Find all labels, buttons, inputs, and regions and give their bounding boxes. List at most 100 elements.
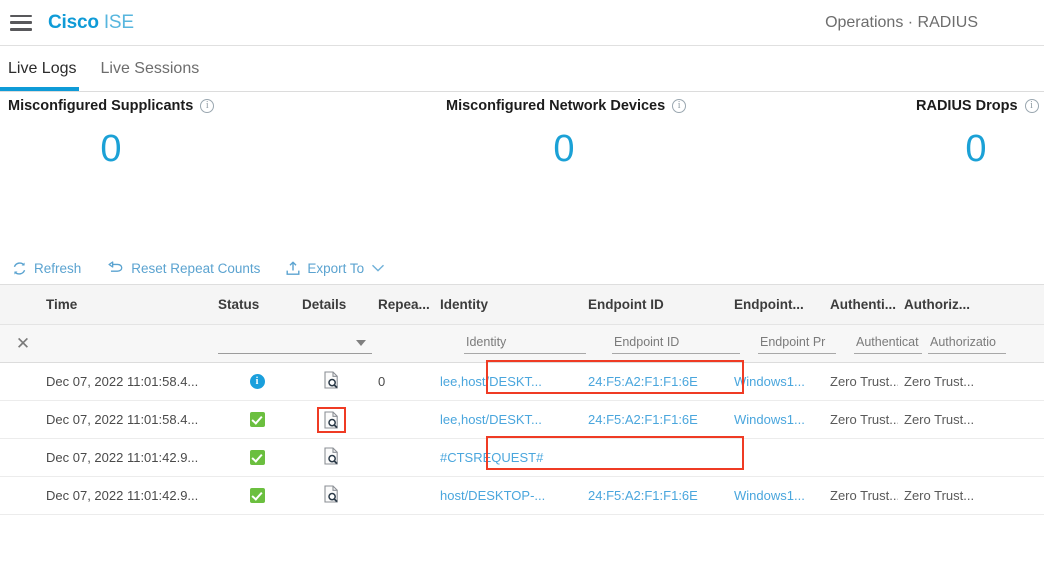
refresh-label: Refresh bbox=[34, 260, 82, 276]
top-bar: Cisco ISE Operations · RADIUS bbox=[0, 0, 1044, 46]
hamburger-line bbox=[10, 28, 32, 31]
info-icon[interactable]: i bbox=[200, 99, 215, 113]
cell-authorization: Zero Trust... bbox=[904, 374, 975, 389]
endpoint-id-filter-cell bbox=[606, 333, 752, 354]
cell-identity[interactable]: host/DESKTOP-... bbox=[434, 488, 582, 503]
cell-identity[interactable]: #CTSREQUEST# bbox=[434, 450, 582, 465]
cell-status bbox=[218, 412, 296, 427]
identity-filter-input[interactable] bbox=[464, 333, 586, 354]
cell-authentication: Zero Trust... bbox=[830, 488, 898, 503]
cell-status bbox=[218, 450, 296, 465]
export-to-button[interactable]: Export To bbox=[286, 261, 385, 276]
column-header-identity[interactable]: Identity bbox=[434, 297, 582, 312]
cell-identity[interactable]: lee,host/DESKT... bbox=[434, 374, 582, 389]
cell-repeat-count: 0 bbox=[378, 374, 386, 389]
identity-filter-cell bbox=[458, 333, 606, 354]
authentication-filter-cell bbox=[848, 333, 922, 354]
cell-time: Dec 07, 2022 11:01:42.9... bbox=[46, 488, 199, 503]
metric-value: 0 bbox=[553, 128, 575, 170]
details-magnifier-icon[interactable] bbox=[323, 485, 340, 506]
cell-endpoint-id[interactable]: 24:F5:A2:F1:F1:6E bbox=[582, 488, 728, 503]
table-header-row: Time Status Details Repea... Identity En… bbox=[0, 285, 1044, 325]
cell-endpoint-id[interactable]: 24:F5:A2:F1:F1:6E bbox=[582, 374, 728, 389]
status-success-icon bbox=[249, 488, 265, 503]
metric-misconfigured-network-devices: Misconfigured Network Devices i 0 bbox=[446, 98, 687, 171]
cell-time: Dec 07, 2022 11:01:58.4... bbox=[46, 374, 199, 389]
column-header-endpoint-id[interactable]: Endpoint ID bbox=[582, 297, 728, 312]
details-magnifier-icon[interactable] bbox=[323, 371, 340, 392]
cell-details[interactable] bbox=[296, 371, 366, 392]
chevron-down-icon bbox=[371, 263, 385, 273]
cell-details[interactable] bbox=[296, 447, 366, 468]
details-magnifier-icon-highlighted[interactable] bbox=[316, 406, 346, 433]
brand-name-ise: ISE bbox=[103, 11, 134, 33]
cell-endpoint-profile[interactable]: Windows1... bbox=[728, 488, 824, 503]
cell-authorization: Zero Trust... bbox=[904, 412, 975, 427]
metric-value: 0 bbox=[100, 128, 122, 170]
column-header-authentication[interactable]: Authenti... bbox=[824, 297, 898, 312]
brand-name-cisco: Cisco bbox=[48, 11, 99, 33]
metric-radius-drops: RADIUS Drops i 0 bbox=[916, 98, 1039, 171]
column-header-time[interactable]: Time bbox=[0, 297, 218, 312]
cell-endpoint-profile[interactable]: Windows1... bbox=[728, 412, 824, 427]
column-header-repeat[interactable]: Repea... bbox=[366, 297, 434, 312]
metric-title: RADIUS Drops bbox=[916, 98, 1018, 114]
cell-endpoint-id[interactable]: 24:F5:A2:F1:F1:6E bbox=[582, 412, 728, 427]
metric-misconfigured-supplicants: Misconfigured Supplicants i 0 bbox=[8, 98, 215, 171]
table-row[interactable]: Dec 07, 2022 11:01:42.9... host/DESKTOP-… bbox=[0, 477, 1044, 515]
hamburger-line bbox=[10, 21, 32, 24]
column-header-authorization[interactable]: Authoriz... bbox=[898, 297, 1008, 312]
cell-authorization: Zero Trust... bbox=[904, 488, 975, 503]
refresh-icon bbox=[12, 261, 27, 276]
cell-endpoint-profile[interactable]: Windows1... bbox=[728, 374, 824, 389]
cell-time: Dec 07, 2022 11:01:42.9... bbox=[46, 450, 199, 465]
close-x-icon[interactable]: ✕ bbox=[0, 335, 46, 352]
live-logs-table: Time Status Details Repea... Identity En… bbox=[0, 284, 1044, 515]
cell-details[interactable] bbox=[296, 406, 366, 433]
upload-icon bbox=[286, 261, 300, 276]
cell-identity[interactable]: lee,host/DESKT... bbox=[434, 412, 582, 427]
table-row[interactable]: Dec 07, 2022 11:01:42.9... #CTSREQUEST# bbox=[0, 439, 1044, 477]
info-icon[interactable]: i bbox=[1024, 99, 1039, 113]
cell-status: i bbox=[218, 374, 296, 389]
status-filter-select[interactable] bbox=[218, 333, 372, 354]
reset-repeat-counts-button[interactable]: Reset Repeat Counts bbox=[107, 261, 260, 276]
column-header-details[interactable]: Details bbox=[296, 297, 366, 312]
metric-header: Misconfigured Network Devices i bbox=[446, 98, 687, 114]
column-header-status[interactable]: Status bbox=[218, 297, 296, 312]
hamburger-menu-icon[interactable] bbox=[10, 14, 32, 31]
brand-logo[interactable]: Cisco ISE bbox=[48, 12, 134, 34]
tab-live-sessions[interactable]: Live Sessions bbox=[89, 46, 212, 91]
breadcrumb: Operations · RADIUS bbox=[825, 13, 978, 31]
status-info-icon: i bbox=[249, 374, 265, 389]
table-row[interactable]: Dec 07, 2022 11:01:58.4... lee,host/DESK… bbox=[0, 401, 1044, 439]
tab-live-logs[interactable]: Live Logs bbox=[0, 46, 89, 91]
cell-authentication: Zero Trust... bbox=[830, 374, 898, 389]
authorization-filter-input[interactable] bbox=[928, 333, 1006, 354]
info-icon[interactable]: i bbox=[672, 99, 687, 113]
authentication-filter-input[interactable] bbox=[854, 333, 922, 354]
tab-live-logs-label: Live Logs bbox=[8, 59, 77, 77]
table-row[interactable]: Dec 07, 2022 11:01:58.4... i 0 lee,host/… bbox=[0, 363, 1044, 401]
reset-repeat-counts-label: Reset Repeat Counts bbox=[131, 260, 261, 276]
hamburger-line bbox=[10, 14, 32, 17]
endpoint-profile-filter-input[interactable] bbox=[758, 333, 836, 354]
endpoint-id-filter-input[interactable] bbox=[612, 333, 740, 354]
metric-value: 0 bbox=[965, 128, 987, 170]
metric-title: Misconfigured Supplicants bbox=[8, 98, 194, 114]
metric-header: RADIUS Drops i bbox=[916, 98, 1039, 114]
refresh-button[interactable]: Refresh bbox=[12, 261, 81, 276]
metric-title: Misconfigured Network Devices bbox=[446, 98, 666, 114]
status-success-icon bbox=[249, 412, 265, 427]
details-magnifier-icon[interactable] bbox=[323, 447, 340, 468]
live-logs-table-wrap: Time Status Details Repea... Identity En… bbox=[0, 284, 1044, 515]
cell-authentication: Zero Trust... bbox=[830, 412, 898, 427]
table-toolbar: Refresh Reset Repeat Counts Export To bbox=[0, 252, 1044, 284]
column-header-endpoint-profile[interactable]: Endpoint... bbox=[728, 297, 824, 312]
chevron-down-icon bbox=[356, 340, 366, 346]
cell-details[interactable] bbox=[296, 485, 366, 506]
cell-status bbox=[218, 488, 296, 503]
tab-bar: Live Logs Live Sessions bbox=[0, 46, 1044, 92]
tab-live-sessions-label: Live Sessions bbox=[100, 59, 200, 77]
table-filter-row: ✕ bbox=[0, 325, 1044, 363]
